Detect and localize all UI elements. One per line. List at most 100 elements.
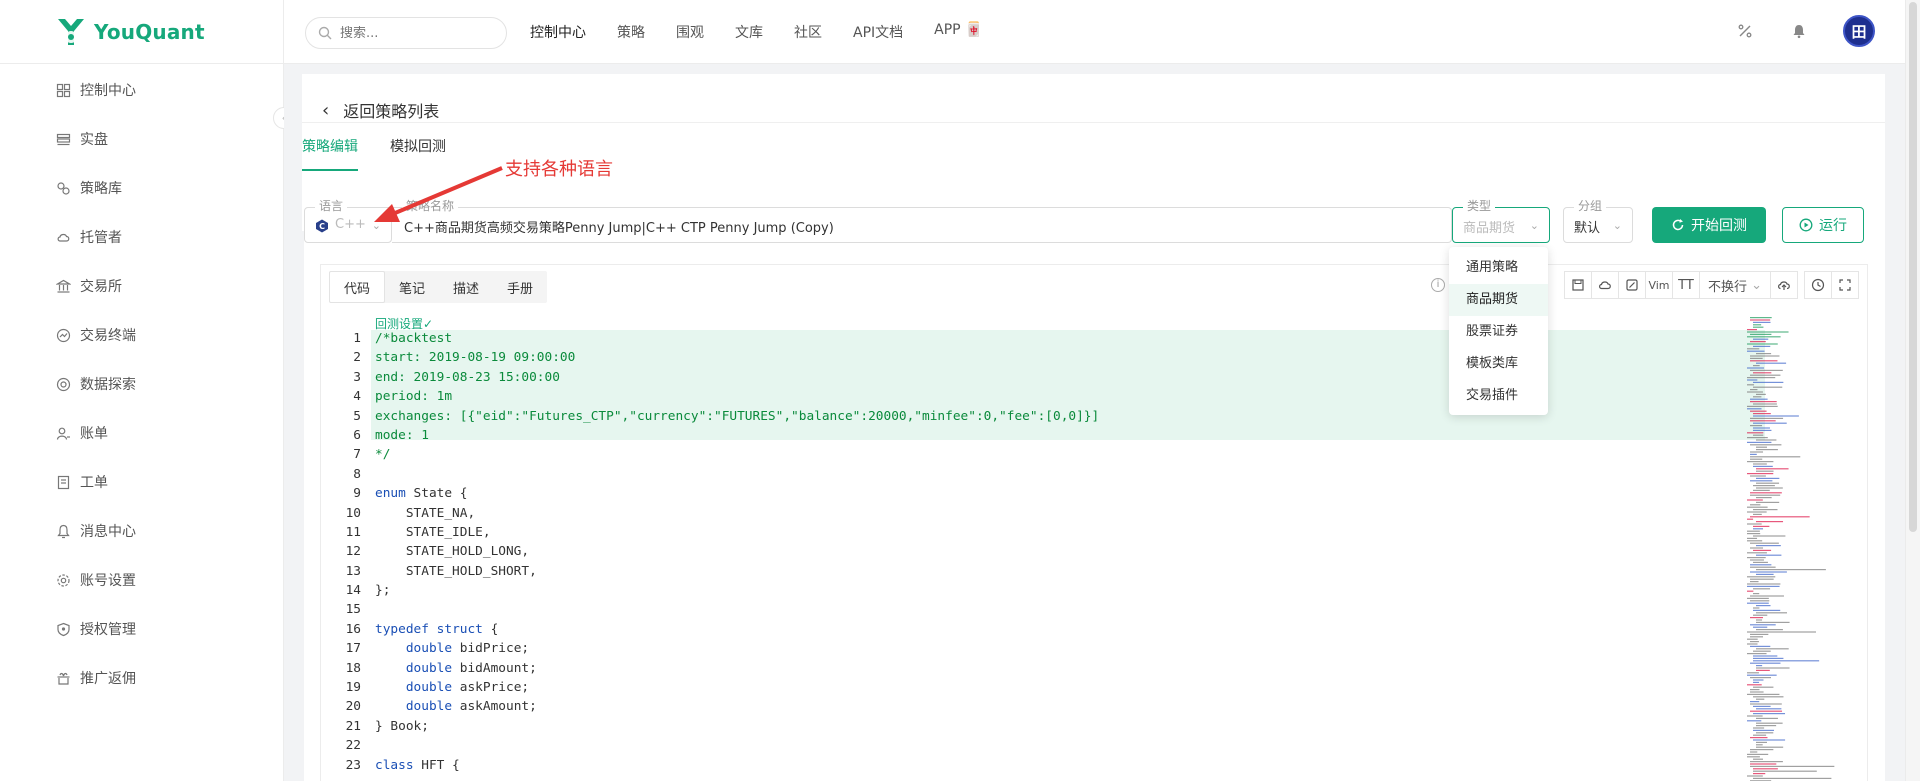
svg-text:C: C [319,222,325,231]
sidebar-item-strategy-library[interactable]: 策略库 [56,176,122,200]
run-label: 运行 [1819,218,1847,234]
code-line: */ [375,447,391,463]
chevron-down-icon: ⌄ [1751,277,1762,293]
user-avatar[interactable]: 田 [1843,15,1875,47]
shield-icon [57,622,70,636]
upload-cloud-icon[interactable] [1770,271,1798,299]
sidebar-item-label: 控制中心 [80,83,136,99]
chevron-down-icon: ⌄ [1529,219,1539,232]
history-icon[interactable] [1804,271,1832,299]
sidebar-item-authorization[interactable]: 授权管理 [56,617,136,641]
type-option-commodity-futures[interactable]: 商品期货 [1449,284,1548,316]
sidebar-item-bill[interactable]: 账单 [56,421,108,445]
sidebar: 控制中心 实盘 策略库 托管者 交易所 交易终端 数据探索 账单 工单 消息中心… [0,64,283,781]
type-select[interactable]: 类型 商品期货 ⌄ [1452,199,1550,243]
line-number: 20 [345,699,361,715]
nav-watch[interactable]: 围观 [676,22,704,42]
word-wrap-value: 不换行 [1708,279,1748,295]
type-dropdown-menu: 通用策略 商品期货 股票证券 模板类库 交易插件 [1449,247,1548,415]
sidebar-item-label: 托管者 [80,230,122,246]
strategy-name-field[interactable]: 策略名称 C++商品期货高频交易策略Penny Jump|C++ CTP Pen… [392,199,1452,243]
cloud-save-icon[interactable] [1591,271,1619,299]
group-select[interactable]: 分组 默认 ⌄ [1563,199,1633,243]
sidebar-item-exchange[interactable]: 交易所 [56,274,122,298]
tab-description[interactable]: 描述 [439,271,493,303]
code-lines: /*backtest start: 2019-08-19 09:00:00 end:… [375,329,1099,775]
vim-toggle[interactable]: Vim [1645,271,1673,299]
line-number: 14 [345,583,361,599]
sidebar-item-terminal[interactable]: 交易终端 [56,323,136,347]
cloud-icon [57,233,70,242]
tab-notes[interactable]: 笔记 [385,271,439,303]
code-line: }; [375,583,391,599]
line-number-gutter: 1 2 3 4 5 6 7 8 9 10 11 12 13 14 15 16 17 18 19 20 21 22 23 [321,329,361,775]
sidebar-item-referral[interactable]: 推广返佣 [56,666,136,690]
font-size-icon[interactable]: TT [1672,271,1700,299]
sidebar-item-docker[interactable]: 托管者 [56,225,122,249]
word-wrap-select[interactable]: 不换行 ⌄ [1699,271,1771,299]
terminal-icon [56,328,71,342]
type-option-general[interactable]: 通用策略 [1449,252,1548,284]
sidebar-item-label: 工单 [80,475,108,491]
info-icon[interactable]: i [1431,278,1445,292]
dashboard-icon [56,83,71,97]
line-number: 3 [353,369,361,385]
line-number: 11 [345,524,361,540]
code-line: double askPrice; [405,680,530,696]
percent-icon[interactable] [1735,21,1755,41]
line-number: 4 [353,389,361,405]
group-label: 分组 [1574,199,1607,213]
top-bar: YouQuant 控制中心 策略 围观 文库 社区 API文档 APP 🀄 田 [0,0,1905,64]
tab-strategy-edit[interactable]: 策略编辑 [302,136,358,171]
nav-app[interactable]: APP 🀄 [934,22,982,42]
language-value: C++ [335,217,366,232]
sidebar-item-label: 交易终端 [80,328,136,344]
code-content[interactable]: 回测设置✓ 1 2 3 4 5 6 7 8 9 10 11 12 13 14 15 16 17 18 19 20 21 2… [321,315,1791,781]
save-icon[interactable] [1564,271,1592,299]
code-line: double bidAmount; [405,660,537,676]
tab-code[interactable]: 代码 [329,271,386,303]
nav-community[interactable]: 社区 [794,22,822,42]
bell-icon[interactable] [1789,21,1809,41]
brand-logo[interactable]: YouQuant [54,14,205,50]
code-editor: 代码 笔记 描述 手册 i Vim TT 不换行 ⌄ 回测设置✓ 1 2 3 4… [320,264,1868,781]
tab-manual[interactable]: 手册 [493,271,547,303]
data-icon [56,377,71,391]
page-scrollbar[interactable] [1905,0,1920,781]
sidebar-item-label: 实盘 [80,132,108,148]
scrollbar-thumb[interactable] [1909,2,1917,532]
code-line: enum State { [375,486,468,502]
gear-icon [57,573,70,587]
code-line: exchanges: [{"eid":"Futures_CTP","curren… [375,408,1100,424]
back-to-list-link[interactable]: ‹ 返回策略列表 [322,98,439,122]
fullscreen-icon[interactable] [1831,271,1859,299]
sidebar-item-ticket[interactable]: 工单 [56,470,108,494]
sidebar-item-messages[interactable]: 消息中心 [56,519,136,543]
type-option-template-library[interactable]: 模板类库 [1449,348,1548,380]
nav-dashboard[interactable]: 控制中心 [530,22,586,42]
line-number: 19 [345,680,361,696]
type-option-stocks[interactable]: 股票证券 [1449,316,1548,348]
gift-icon [57,672,70,685]
sidebar-item-live[interactable]: 实盘 [56,127,108,151]
line-number: 16 [345,621,361,637]
sidebar-item-dashboard[interactable]: 控制中心 [56,78,136,102]
code-minimap[interactable] [1743,315,1863,781]
sidebar-item-account-settings[interactable]: 账号设置 [56,568,136,592]
nav-strategy[interactable]: 策略 [617,22,645,42]
line-number: 10 [345,505,361,521]
run-button[interactable]: 运行 [1782,207,1864,243]
group-value: 默认 [1574,221,1601,236]
nav-api-docs[interactable]: API文档 [853,22,903,42]
type-option-trade-plugin[interactable]: 交易插件 [1449,380,1548,412]
sidebar-item-data-explore[interactable]: 数据探索 [56,372,136,396]
search-box[interactable] [305,17,507,49]
top-right-actions: 田 [1735,15,1875,47]
edit-icon[interactable] [1618,271,1646,299]
sidebar-item-label: 授权管理 [80,622,136,638]
search-input[interactable] [340,25,480,41]
start-backtest-button[interactable]: 开始回测 [1652,207,1766,243]
sidebar-item-label: 交易所 [80,279,122,295]
ticket-icon [57,475,70,489]
nav-library[interactable]: 文库 [735,22,763,42]
